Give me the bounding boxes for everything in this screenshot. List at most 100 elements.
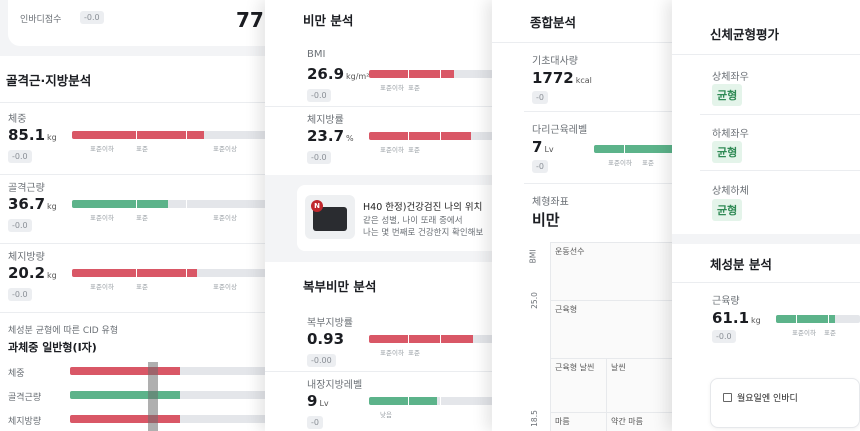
metric-row[interactable]: 복부지방률 0.93 -0.00 표준이하 표준 (265, 310, 510, 372)
scale-label: 표준이하 (380, 146, 404, 154)
metric-row[interactable]: 내장지방레벨 9 Lv -0 낮음 (265, 372, 510, 431)
monday-banner[interactable]: 월요일엔 인바디 (710, 378, 860, 428)
monday-label: 월요일엔 인바디 (737, 394, 798, 404)
scale-device-icon: N (305, 195, 355, 239)
metric-value: 36.7 kg (8, 195, 57, 213)
metric-row[interactable]: 골격근량 36.7 kg -0.0 표준이하 표준 표준이상 (0, 175, 300, 244)
divider (672, 54, 860, 55)
bmr-label: 기초대사량 (532, 56, 578, 67)
scale-label: 표준 (136, 283, 148, 291)
divider (0, 312, 300, 313)
scale-label: 표준 (136, 145, 148, 153)
leg-label: 다리근육레벨 (532, 125, 588, 136)
balance-status-badge: 균형 (712, 141, 743, 163)
metric-change: -0.0 (8, 288, 32, 301)
metric-value: 85.1 kg (8, 126, 57, 144)
cid-row-label: 체중 (8, 369, 25, 379)
metric-label: 체중 (8, 114, 27, 125)
muscle-bar (776, 315, 860, 323)
metric-row[interactable]: BMI 26.9 kg/m² -0.0 표준이하 표준 (265, 45, 510, 107)
score-label: 인바디점수 (20, 15, 62, 25)
scale-label: 표준 (408, 349, 420, 357)
metric-label: BMI (307, 49, 326, 60)
metric-label: 내장지방레벨 (307, 380, 363, 391)
metric-change: -0.00 (307, 354, 336, 367)
metric-bar-fill (369, 335, 474, 343)
section-title: 복부비만 분석 (303, 279, 377, 294)
metric-label: 복부지방률 (307, 318, 353, 329)
body-type-label: 체형좌표 (532, 197, 569, 208)
grid-cell: 마름 (550, 412, 608, 431)
metric-bar-fill (369, 397, 437, 405)
metric-label: 체지방량 (8, 252, 45, 263)
metric-bar-fill (369, 132, 471, 140)
cid-row-label: 체지방량 (8, 417, 42, 427)
balance-label: 상체하체 (712, 186, 749, 197)
grid-tick: 18.5 (529, 410, 539, 427)
balance-card: 신체균형평가 상체좌우 균형 하체좌우 균형 상체하체 균형 (672, 0, 860, 234)
scale-label: 표준이하 (380, 349, 404, 357)
grid-tick: 25.0 (529, 292, 539, 309)
metric-value: 0.93 (307, 330, 345, 348)
metric-change: -0.0 (307, 89, 331, 102)
balance-status-badge: 균형 (712, 199, 743, 221)
scale-label: 표준이하 (792, 329, 816, 337)
promo-line: 같은 성별, 나이 또래 중에서 (363, 216, 463, 226)
grid-axis-label: BMI (528, 249, 538, 264)
muscle-fat-card: 골격근·지방분석 체중 85.1 kg -0.0 표준이하 표준 표준이상 골격근량 36.7 k… (0, 56, 300, 431)
panel-balance: 신체균형평가 상체좌우 균형 하체좌우 균형 상체하체 균형 체성분 분석 근육… (672, 0, 860, 431)
panel-obesity: 비만 분석 BMI 26.9 kg/m² -0.0 표준이하 표준 체지방률 23.7% -0.… (265, 0, 510, 431)
promo-banner[interactable]: N H40 한정)건강검진 나의 위치 같은 성별, 나이 또래 중에서 나는 … (297, 185, 510, 251)
balance-status-badge: 균형 (712, 84, 743, 106)
summary-card: 종합분석 기초대사량 1772 kcal -0 다리근육레벨 7 Lv -0 표준이… (492, 0, 702, 431)
section-title: 비만 분석 (303, 13, 354, 28)
cid-row-label: 골격근량 (8, 393, 42, 403)
metric-bar-fill (72, 131, 205, 139)
metric-row[interactable]: 체중 85.1 kg -0.0 표준이하 표준 표준이상 (0, 106, 300, 175)
scale-label: 표준 (824, 329, 836, 337)
metric-value: 23.7% (307, 127, 354, 145)
section-title: 체성분 분석 (710, 257, 772, 272)
panel-muscle-fat: 인바디점수 -0.0 77점 골격근·지방분석 체중85.1kg-0.0표준이하… (0, 0, 300, 431)
metric-value: 20.2 kg (8, 264, 57, 282)
divider (700, 170, 860, 171)
metric-change: -0.0 (8, 219, 32, 232)
metric-bar (369, 70, 510, 78)
metric-label: 체지방률 (307, 115, 344, 126)
metric-bar-fill (72, 269, 198, 277)
abdominal-card: 복부비만 분석 복부지방률 0.93 -0.00 표준이하 표준 내장지방레벨 9 Lv -0 낮… (265, 262, 510, 431)
obesity-card: 비만 분석 BMI 26.9 kg/m² -0.0 표준이하 표준 체지방률 23.7% -0.… (265, 0, 510, 175)
cid-value: 과체중 일반형(I자) (8, 341, 97, 354)
scale-label: 표준이상 (213, 145, 237, 153)
scale-label: 표준이하 (90, 214, 114, 222)
scale-label: 표준이하 (90, 283, 114, 291)
muscle-label: 근육량 (712, 296, 740, 307)
metric-value: 9 Lv (307, 392, 329, 410)
leg-value: 7 Lv (532, 138, 554, 156)
cid-marker (148, 362, 158, 431)
cid-chart: 체중 골격근량 체지방량 (0, 356, 300, 431)
metric-bar (369, 397, 510, 405)
balance-label: 상체좌우 (712, 72, 749, 83)
metric-change: -0 (307, 416, 323, 429)
panel-summary: 종합분석 기초대사량 1772 kcal -0 다리근육레벨 7 Lv -0 표준이… (492, 0, 702, 431)
divider (672, 282, 860, 283)
score-change: -0.0 (80, 11, 104, 24)
scale-label: 표준 (408, 146, 420, 154)
divider (492, 42, 702, 43)
metric-value: 26.9 kg/m² (307, 65, 370, 83)
scale-label: 표준 (642, 159, 654, 167)
scale-label: 표준이하 (380, 84, 404, 92)
metric-label: 골격근량 (8, 183, 45, 194)
scale-label: 표준 (136, 214, 148, 222)
metric-row[interactable]: 체지방량 20.2 kg -0.0 표준이하 표준 표준이상 (0, 244, 300, 313)
metric-bar (369, 132, 510, 140)
section-title: 종합분석 (530, 15, 577, 30)
section-title: 신체균형평가 (710, 27, 780, 42)
metric-row[interactable]: 체지방률 23.7% -0.0 표준이하 표준 (265, 107, 510, 169)
score-card[interactable]: 인바디점수 -0.0 77점 (8, 0, 298, 46)
metric-change: -0.0 (307, 151, 331, 164)
body-type-value: 비만 (532, 211, 560, 229)
scale-label: 표준 (408, 84, 420, 92)
metric-change: -0.0 (8, 150, 32, 163)
